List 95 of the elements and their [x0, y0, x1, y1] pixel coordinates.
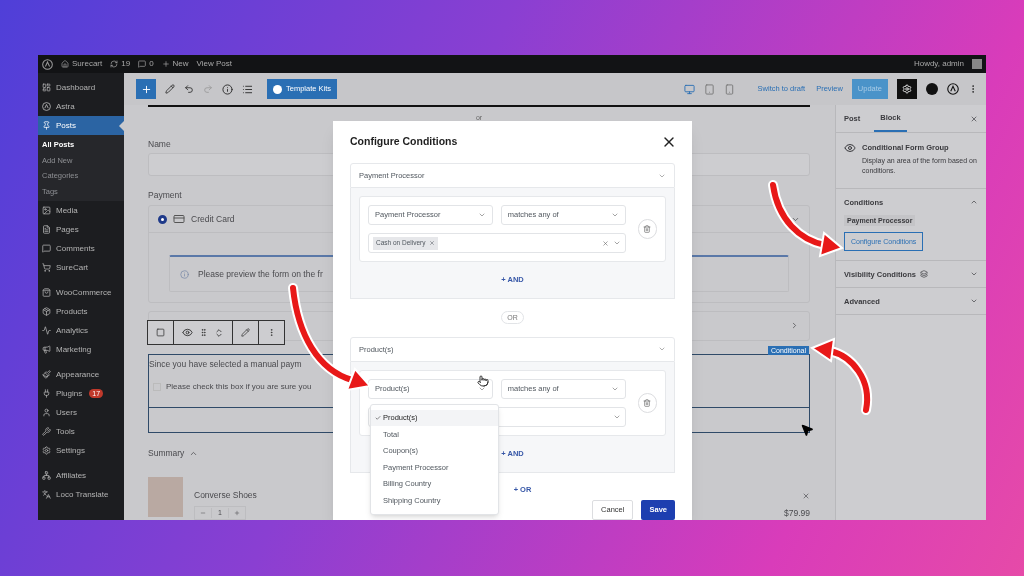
settings-icon: [902, 84, 912, 94]
section-title[interactable]: Summary: [148, 448, 185, 459]
refresh-icon[interactable]: [110, 60, 119, 68]
menu-icon: [42, 83, 51, 92]
trash-icon: [643, 225, 652, 233]
comments-count[interactable]: 0: [149, 58, 154, 70]
chevron-down-icon: [477, 211, 486, 219]
logo-icon: [42, 58, 53, 70]
photo-placeholder: [148, 477, 183, 518]
chevron-right-icon: [790, 321, 799, 331]
info-icon[interactable]: [222, 83, 233, 95]
plus-icon[interactable]: [233, 510, 240, 516]
menu-icon: [42, 102, 51, 111]
logo-icon: [273, 84, 282, 94]
chevron-down-icon: [612, 239, 621, 247]
phone-icon[interactable]: [723, 83, 735, 95]
sidebar-item[interactable]: Marketing: [38, 340, 124, 359]
product-price: $79.99: [784, 506, 810, 520]
menu-icon: [42, 307, 51, 316]
sidebar-item[interactable]: Dashboard: [38, 78, 124, 97]
group-text: Since you have selected a manual paym: [149, 358, 303, 369]
plus-icon[interactable]: [161, 60, 170, 68]
plus-icon: [140, 83, 152, 95]
sidebar-item[interactable]: Astra: [38, 97, 124, 116]
sidebar-item[interactable]: Loco Translate: [38, 485, 124, 504]
menu-icon: [42, 490, 51, 499]
sidebar-item[interactable]: SureCart: [38, 258, 124, 277]
menu-icon: [42, 370, 51, 379]
list-view-icon[interactable]: [242, 83, 253, 95]
dialog-title: Configure Conditions: [350, 134, 458, 150]
sidebar-item[interactable]: Posts: [38, 116, 124, 135]
home-icon[interactable]: [61, 60, 69, 68]
option-label: Credit Card: [191, 212, 235, 226]
site-link[interactable]: Surecart: [72, 58, 103, 70]
remove-icon[interactable]: [428, 240, 435, 246]
eye-icon[interactable]: [182, 327, 193, 338]
menu-icon: [42, 389, 51, 398]
undo-icon[interactable]: [184, 84, 194, 94]
menu-icon: [42, 345, 51, 354]
check-icon: [375, 415, 381, 422]
field-label: Payment: [148, 190, 182, 201]
sidebar-item[interactable]: Users: [38, 403, 124, 422]
radio-button[interactable]: [158, 214, 167, 224]
chevron-down-icon: [610, 211, 619, 219]
pencil-icon[interactable]: [165, 84, 175, 94]
more-icon[interactable]: [267, 328, 276, 337]
product-name: Converse Shoes: [194, 489, 257, 502]
menu-icon: [42, 326, 51, 335]
sidebar-item[interactable]: Products: [38, 302, 124, 321]
move-icon[interactable]: [214, 327, 224, 338]
sidebar-item[interactable]: Media: [38, 201, 124, 220]
info-icon: [180, 269, 189, 279]
eye-icon: [844, 142, 856, 154]
add-block-button[interactable]: [136, 79, 156, 99]
menu-icon: [42, 263, 51, 272]
menu-icon: [42, 427, 51, 436]
sidebar-item[interactable]: Pages: [38, 220, 124, 239]
mouse-pointer-icon: [800, 423, 814, 437]
menu-icon: [42, 288, 51, 297]
hand-cursor-icon: [477, 374, 489, 387]
menu-icon: [42, 244, 51, 253]
updates-count[interactable]: 19: [121, 58, 131, 70]
settings-button[interactable]: [897, 79, 917, 99]
drag-handle-icon[interactable]: [199, 328, 208, 337]
clear-icon[interactable]: [601, 239, 609, 247]
sidebar-item[interactable]: Appearance: [38, 365, 124, 384]
plugin-icon: [947, 83, 959, 95]
menu-icon: [42, 206, 51, 215]
sidebar-item[interactable]: Affiliates: [38, 466, 124, 485]
notice-text: Please preview the form on the fr: [198, 267, 323, 281]
menu-icon: [42, 471, 51, 480]
sidebar-item[interactable]: Analytics: [38, 321, 124, 340]
menu-icon: [42, 446, 51, 455]
layers-icon: [919, 270, 928, 279]
pencil-icon[interactable]: [241, 328, 250, 337]
menu-icon: [42, 121, 51, 130]
field-label: Name: [148, 138, 171, 149]
new-link[interactable]: New: [172, 58, 189, 70]
menu-icon: [42, 408, 51, 417]
sidebar-item[interactable]: WooCommerce: [38, 283, 124, 302]
tablet-icon[interactable]: [703, 83, 715, 95]
sidebar-item[interactable]: Tools: [38, 422, 124, 441]
credit-card-icon: [173, 213, 185, 226]
menu-icon: [42, 225, 51, 234]
view-post-link[interactable]: View Post: [196, 58, 233, 70]
sidebar-item[interactable]: Settings: [38, 441, 124, 460]
plugin-icon[interactable]: [926, 83, 938, 95]
sidebar-item[interactable]: Comments: [38, 239, 124, 258]
greeting-link[interactable]: Howdy, admin: [913, 58, 964, 70]
checkbox-label: Please check this box if you are sure you: [166, 381, 312, 392]
block-icon[interactable]: [156, 328, 165, 337]
comment-icon[interactable]: [138, 60, 147, 68]
trash-icon: [643, 398, 652, 407]
remove-icon[interactable]: [802, 491, 810, 500]
desktop-icon[interactable]: [683, 83, 695, 95]
